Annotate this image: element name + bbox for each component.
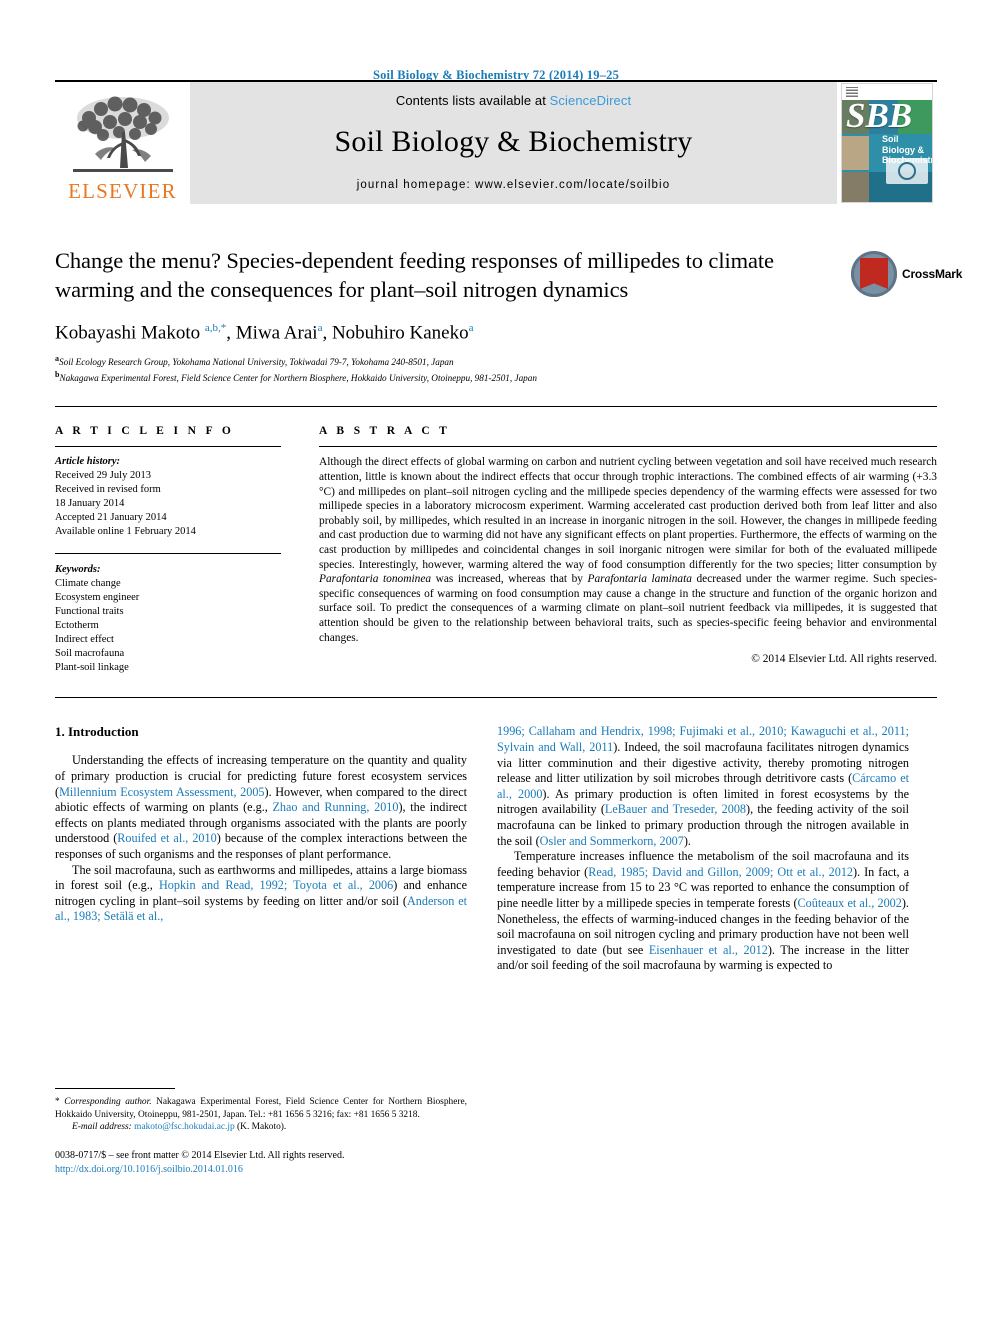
- contents-prefix: Contents lists available at: [395, 93, 550, 108]
- author-list: Kobayashi Makoto a,b,*, Miwa Araia, Nobu…: [55, 322, 474, 344]
- affiliation-b: bNakagawa Experimental Forest, Field Sci…: [55, 369, 829, 385]
- footnote-block: * Corresponding author. Nakagawa Experim…: [55, 1088, 467, 1176]
- journal-homepage-link[interactable]: journal homepage: www.elsevier.com/locat…: [357, 179, 670, 191]
- article-history-label: Article history:: [55, 456, 121, 468]
- article-page: Soil Biology & Biochemistry 72 (2014) 19…: [0, 0, 992, 1323]
- crossmark-label: CrossMark: [902, 267, 963, 281]
- corresponding-author-note: * Corresponding author. Nakagawa Experim…: [55, 1097, 467, 1120]
- intro-paragraph: The soil macrofauna, such as earthworms …: [55, 862, 468, 924]
- sciencedirect-link[interactable]: ScienceDirect: [550, 93, 632, 108]
- affiliation-text-b: Nakagawa Experimental Forest, Field Scie…: [59, 372, 537, 383]
- email-note: E-mail address: makoto@fsc.hokudai.ac.jp…: [55, 1121, 467, 1133]
- email-label: E-mail address:: [72, 1122, 132, 1133]
- abstract-heading: A B S T R A C T: [319, 425, 451, 438]
- email-owner: (K. Makoto).: [237, 1122, 287, 1133]
- intro-paragraph: Temperature increases influence the meta…: [497, 849, 909, 973]
- divider-abstract-body: [55, 697, 937, 699]
- keyword-item: Climate change: [55, 578, 121, 590]
- keyword-item: Indirect effect: [55, 634, 114, 646]
- keyword-item: Ecosystem engineer: [55, 592, 140, 604]
- article-info-column: A R T I C L E I N F O Article history: R…: [55, 425, 307, 675]
- page-title: Change the menu? Species-dependent feedi…: [55, 248, 774, 302]
- cover-initials: SBB: [846, 96, 913, 135]
- article-history: Article history: Received 29 July 2013 R…: [55, 455, 281, 539]
- journal-cover-image: SBB Soil Biology & Biochemistry: [841, 83, 933, 203]
- keyword-item: Functional traits: [55, 606, 124, 618]
- journal-cover-thumbnail[interactable]: SBB Soil Biology & Biochemistry: [837, 82, 937, 204]
- contents-available-line: Contents lists available at ScienceDirec…: [396, 93, 631, 108]
- history-item: Accepted 21 January 2014: [55, 512, 167, 524]
- body-columns: 1. Introduction Understanding the effect…: [55, 724, 937, 1176]
- journal-banner-center: Contents lists available at ScienceDirec…: [190, 82, 837, 204]
- journal-title: Soil Biology & Biochemistry: [334, 125, 693, 158]
- history-item: Received 29 July 2013: [55, 470, 151, 482]
- cover-society-badge-icon: [886, 158, 928, 184]
- crossmark-icon: [851, 251, 897, 297]
- divider-footnote: [55, 1088, 175, 1090]
- crossmark-badge[interactable]: CrossMark: [851, 248, 962, 300]
- info-abstract-section: A R T I C L E I N F O Article history: R…: [55, 425, 937, 675]
- email-link[interactable]: makoto@fsc.hokudai.ac.jp: [134, 1122, 235, 1132]
- body-column-right: 1996; Callaham and Hendrix, 1998; Fujima…: [497, 724, 909, 1176]
- intro-paragraph: 1996; Callaham and Hendrix, 1998; Fujima…: [497, 724, 910, 848]
- affiliation-text-a: Soil Ecology Research Group, Yokohama Na…: [59, 357, 454, 368]
- intro-paragraph: Understanding the effects of increasing …: [55, 753, 468, 862]
- divider-title-info: [55, 406, 937, 408]
- elsevier-tree-icon: [72, 96, 173, 172]
- journal-banner: ELSEVIER Contents lists available at Sci…: [55, 80, 937, 204]
- affiliation-list: aSoil Ecology Research Group, Yokohama N…: [55, 353, 829, 384]
- divider-abstract: [319, 446, 937, 448]
- affiliation-a: aSoil Ecology Research Group, Yokohama N…: [55, 353, 829, 369]
- keyword-item: Soil macrofauna: [55, 648, 125, 660]
- elsevier-logo: ELSEVIER: [55, 82, 190, 204]
- title-block: CrossMark Change the menu? Species-depen…: [55, 246, 962, 384]
- abstract-text: Although the direct effects of global wa…: [319, 456, 937, 644]
- running-head: Soil Biology & Biochemistry 72 (2014) 19…: [372, 68, 620, 82]
- history-item: 18 January 2014: [55, 498, 125, 510]
- keywords-label: Keywords:: [55, 564, 101, 576]
- abstract-copyright: © 2014 Elsevier Ltd. All rights reserved…: [751, 653, 937, 666]
- section-title-introduction: 1. Introduction: [55, 724, 139, 740]
- article-info-heading: A R T I C L E I N F O: [55, 425, 235, 438]
- history-item: Available online 1 February 2014: [55, 526, 196, 538]
- history-item: Received in revised form: [55, 484, 161, 496]
- abstract-column: A B S T R A C T Although the direct effe…: [307, 425, 937, 675]
- elsevier-wordmark: ELSEVIER: [68, 179, 177, 203]
- body-column-left: 1. Introduction Understanding the effect…: [55, 724, 467, 1176]
- imprint-block: 0038-0717/$ – see front matter © 2014 El…: [55, 1149, 467, 1176]
- doi-link[interactable]: http://dx.doi.org/10.1016/j.soilbio.2014…: [55, 1163, 467, 1177]
- keyword-item: Plant-soil linkage: [55, 662, 129, 674]
- imprint-line: 0038-0717/$ – see front matter © 2014 El…: [55, 1150, 345, 1162]
- keywords-block: Keywords: Climate change Ecosystem engin…: [55, 553, 281, 675]
- keyword-item: Ectotherm: [55, 620, 99, 632]
- divider-article-info: [55, 446, 281, 448]
